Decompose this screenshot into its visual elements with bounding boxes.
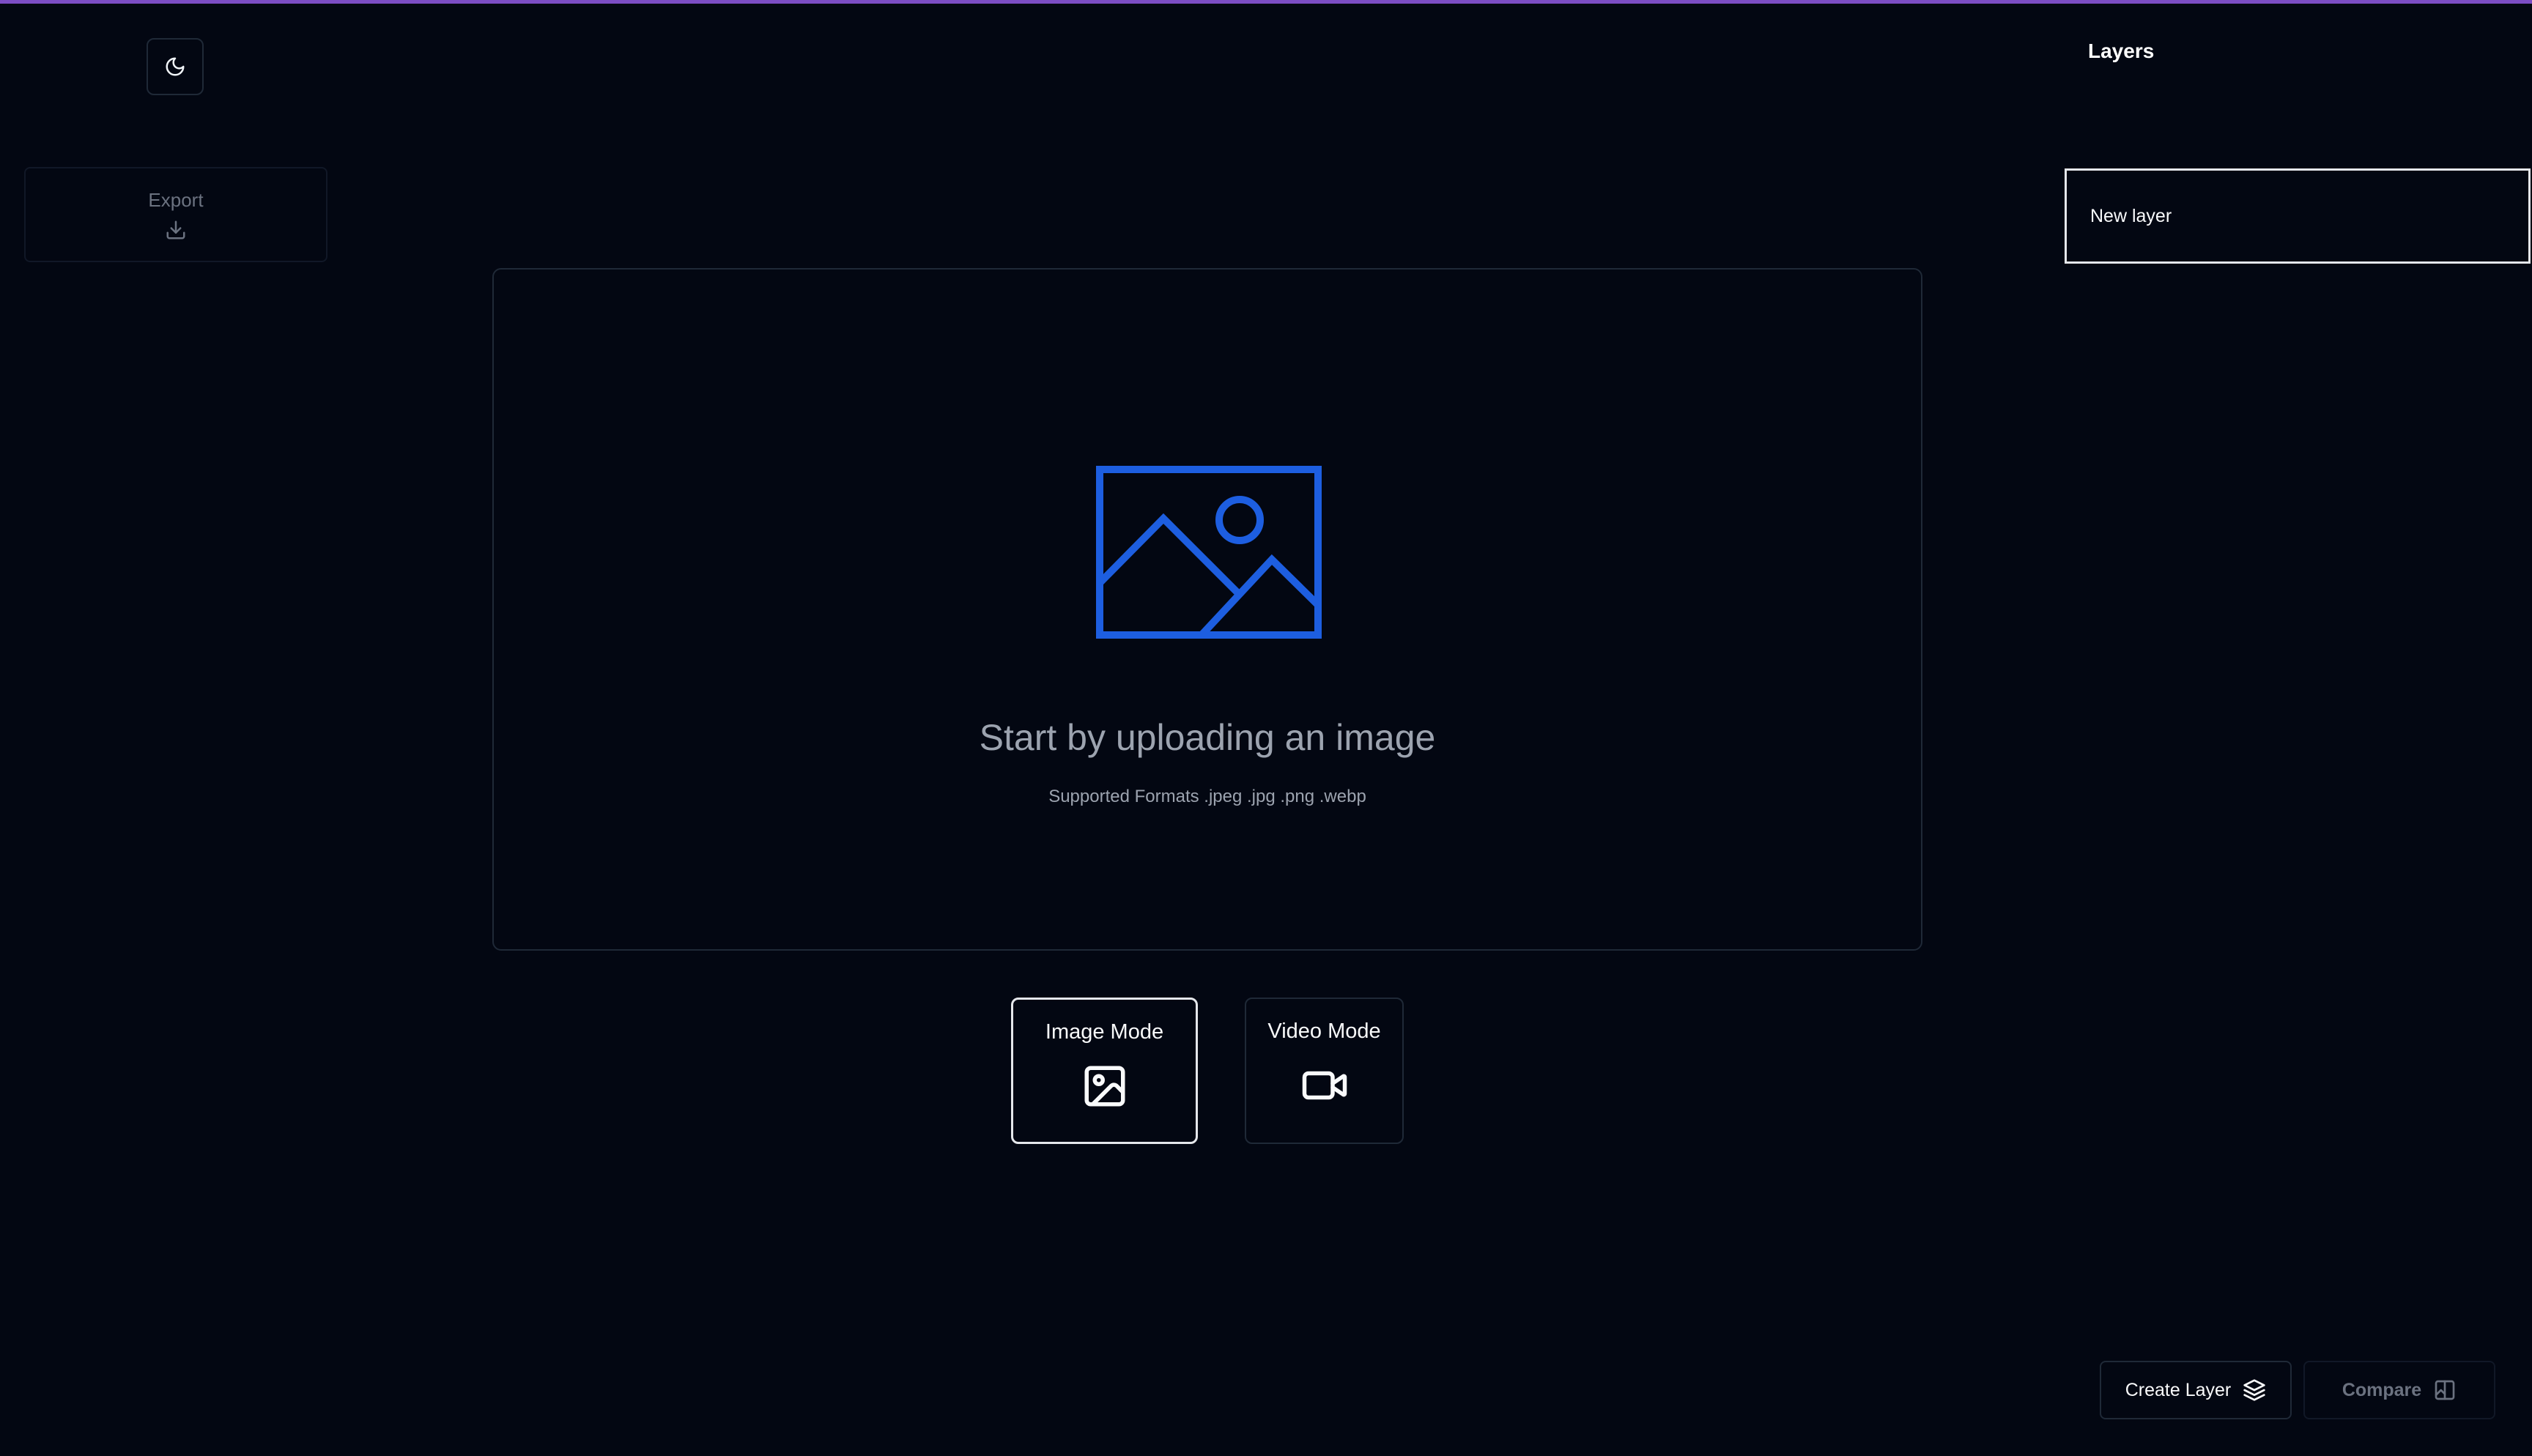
create-layer-label: Create Layer [2125,1379,2232,1400]
image-mode-label: Image Mode [1045,1020,1164,1044]
video-mode-label: Video Mode [1267,1019,1381,1043]
theme-toggle-button[interactable] [147,38,204,95]
export-button[interactable]: Export [24,167,327,262]
compare-label: Compare [2342,1379,2422,1400]
layers-icon [2243,1379,2265,1401]
upload-dropzone[interactable]: Start by uploading an image Supported Fo… [492,268,1922,951]
compare-image-icon [2435,1380,2455,1400]
video-camera-icon [1302,1071,1347,1100]
image-mode-button[interactable]: Image Mode [1011,998,1198,1144]
layer-item[interactable]: New layer [2065,168,2531,264]
download-icon [166,220,185,239]
supported-formats-text: Supported Formats .jpeg .jpg .png .webp [1048,787,1366,806]
compare-button[interactable]: Compare [2303,1361,2495,1419]
upload-heading: Start by uploading an image [979,717,1436,758]
export-label: Export [148,188,204,211]
top-accent-bar [0,0,2532,4]
create-layer-button[interactable]: Create Layer [2100,1361,2292,1419]
image-icon [1096,466,1322,639]
layer-item-label: New layer [2090,205,2172,226]
video-mode-button[interactable]: Video Mode [1245,998,1404,1144]
layers-panel-title: Layers [2088,40,2155,62]
moon-icon [166,57,185,76]
image-icon [1084,1066,1125,1107]
